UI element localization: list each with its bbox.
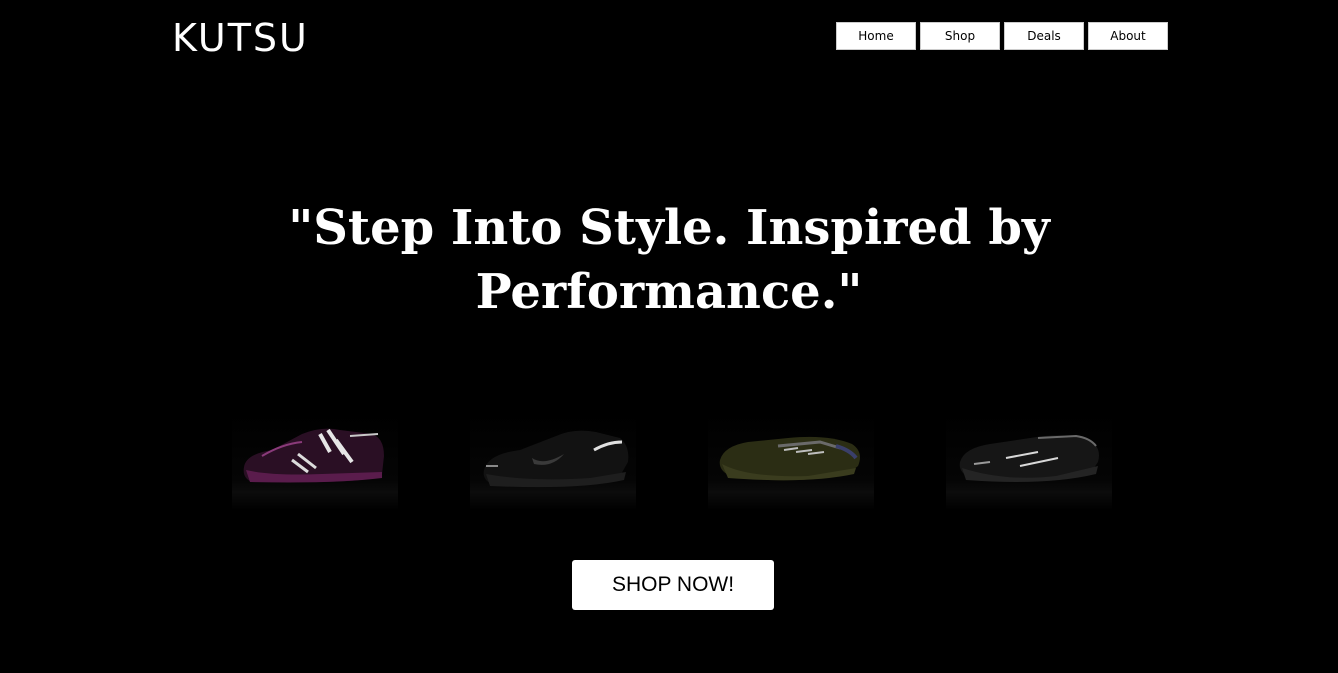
sneaker-icon (719, 436, 860, 481)
sneaker-icon (959, 434, 1099, 482)
main-nav: Home Shop Deals About (836, 22, 1168, 50)
nav-shop-button[interactable]: Shop (920, 22, 1000, 50)
product-image-3[interactable] (708, 412, 874, 510)
product-image-4[interactable] (946, 412, 1112, 510)
hero-headline: "Step Into Style. Inspired by Performanc… (288, 200, 1050, 320)
product-image-1[interactable] (232, 412, 398, 510)
logo[interactable]: KUTSU (172, 16, 309, 60)
sneaker-icon (243, 428, 384, 483)
sneaker-icon (483, 430, 629, 488)
nav-about-button[interactable]: About (1088, 22, 1168, 50)
nav-deals-button[interactable]: Deals (1004, 22, 1084, 50)
product-image-2[interactable] (470, 412, 636, 510)
nav-home-button[interactable]: Home (836, 22, 916, 50)
product-gallery (232, 412, 1112, 510)
shop-now-button[interactable]: SHOP NOW! (572, 560, 774, 610)
